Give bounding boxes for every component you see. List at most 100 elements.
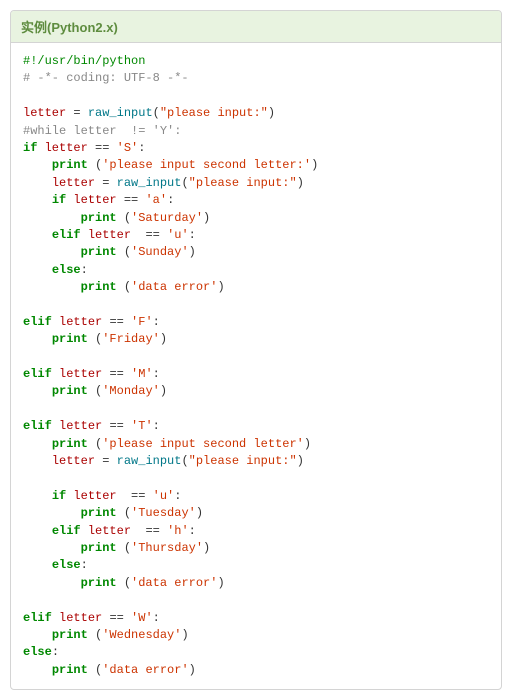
str-error: 'data error' [131, 576, 217, 590]
colon: : [153, 367, 160, 381]
op-eq: == [95, 141, 109, 155]
kw-else: else [52, 263, 81, 277]
kw-print: print [81, 576, 117, 590]
var-letter: letter [52, 176, 95, 190]
op-eq: == [145, 228, 159, 242]
kw-print: print [52, 332, 88, 346]
paren-close: ) [189, 245, 196, 259]
paren-open: ( [124, 541, 131, 555]
var-letter: letter [52, 454, 95, 468]
kw-elif: elif [23, 367, 52, 381]
var-letter: letter [73, 193, 116, 207]
kw-print: print [52, 158, 88, 172]
op-eq: == [131, 489, 145, 503]
kw-if: if [23, 141, 37, 155]
op-assign: = [102, 176, 109, 190]
paren-open: ( [95, 663, 102, 677]
lit-S: 'S' [117, 141, 139, 155]
paren-close: ) [217, 576, 224, 590]
colon: : [81, 558, 88, 572]
kw-else: else [52, 558, 81, 572]
op-eq: == [124, 193, 138, 207]
code-block: #!/usr/bin/python # -*- coding: UTF-8 -*… [11, 43, 501, 689]
kw-elif: elif [52, 524, 81, 538]
header-title: 实例(Python2.x) [21, 20, 118, 35]
str-prompt: "please input:" [189, 454, 297, 468]
kw-print: print [81, 506, 117, 520]
colon: : [189, 228, 196, 242]
comment-while: #while letter != 'Y': [23, 124, 181, 138]
str-second2: 'please input second letter' [102, 437, 304, 451]
colon: : [174, 489, 181, 503]
paren-close: ) [268, 106, 275, 120]
paren-open: ( [153, 106, 160, 120]
paren-close: ) [297, 176, 304, 190]
str-sunday: 'Sunday' [131, 245, 189, 259]
shebang-line: #!/usr/bin/python [23, 54, 145, 68]
paren-open: ( [124, 211, 131, 225]
op-eq: == [109, 611, 123, 625]
op-assign: = [102, 454, 109, 468]
op-eq: == [109, 315, 123, 329]
var-letter: letter [73, 489, 116, 503]
var-letter: letter [59, 315, 102, 329]
colon: : [189, 524, 196, 538]
kw-elif: elif [23, 611, 52, 625]
kw-elif: elif [23, 419, 52, 433]
var-letter: letter [88, 524, 131, 538]
lit-u: 'u' [167, 228, 189, 242]
example-box: 实例(Python2.x) #!/usr/bin/python # -*- co… [10, 10, 502, 690]
var-letter: letter [23, 106, 66, 120]
fn-raw-input: raw_input [88, 106, 153, 120]
paren-open: ( [181, 454, 188, 468]
var-letter: letter [59, 611, 102, 625]
var-letter: letter [88, 228, 131, 242]
paren-close: ) [311, 158, 318, 172]
lit-a: 'a' [145, 193, 167, 207]
kw-print: print [52, 437, 88, 451]
str-tuesday: 'Tuesday' [131, 506, 196, 520]
kw-if: if [52, 193, 66, 207]
lit-T: 'T' [131, 419, 153, 433]
kw-print: print [81, 280, 117, 294]
colon: : [167, 193, 174, 207]
kw-print: print [81, 211, 117, 225]
lit-W: 'W' [131, 611, 153, 625]
kw-print: print [81, 541, 117, 555]
example-header: 实例(Python2.x) [11, 11, 501, 43]
colon: : [138, 141, 145, 155]
fn-raw-input: raw_input [117, 176, 182, 190]
str-error: 'data error' [102, 663, 188, 677]
lit-h: 'h' [167, 524, 189, 538]
kw-elif: elif [52, 228, 81, 242]
paren-open: ( [124, 506, 131, 520]
var-letter: letter [45, 141, 88, 155]
fn-raw-input: raw_input [117, 454, 182, 468]
str-thursday: 'Thursday' [131, 541, 203, 555]
var-letter: letter [59, 419, 102, 433]
str-prompt: "please input:" [160, 106, 268, 120]
paren-close: ) [203, 541, 210, 555]
op-eq: == [109, 367, 123, 381]
paren-close: ) [160, 332, 167, 346]
lit-u: 'u' [153, 489, 175, 503]
kw-print: print [52, 663, 88, 677]
paren-close: ) [196, 506, 203, 520]
var-letter: letter [59, 367, 102, 381]
paren-open: ( [124, 576, 131, 590]
lit-M: 'M' [131, 367, 153, 381]
kw-if: if [52, 489, 66, 503]
paren-open: ( [124, 280, 131, 294]
lit-F: 'F' [131, 315, 153, 329]
kw-elif: elif [23, 315, 52, 329]
op-eq: == [145, 524, 159, 538]
colon: : [81, 263, 88, 277]
str-friday: 'Friday' [102, 332, 160, 346]
paren-close: ) [297, 454, 304, 468]
str-saturday: 'Saturday' [131, 211, 203, 225]
paren-open: ( [181, 176, 188, 190]
paren-close: ) [203, 211, 210, 225]
kw-else: else [23, 645, 52, 659]
op-eq: == [109, 419, 123, 433]
colon: : [153, 419, 160, 433]
